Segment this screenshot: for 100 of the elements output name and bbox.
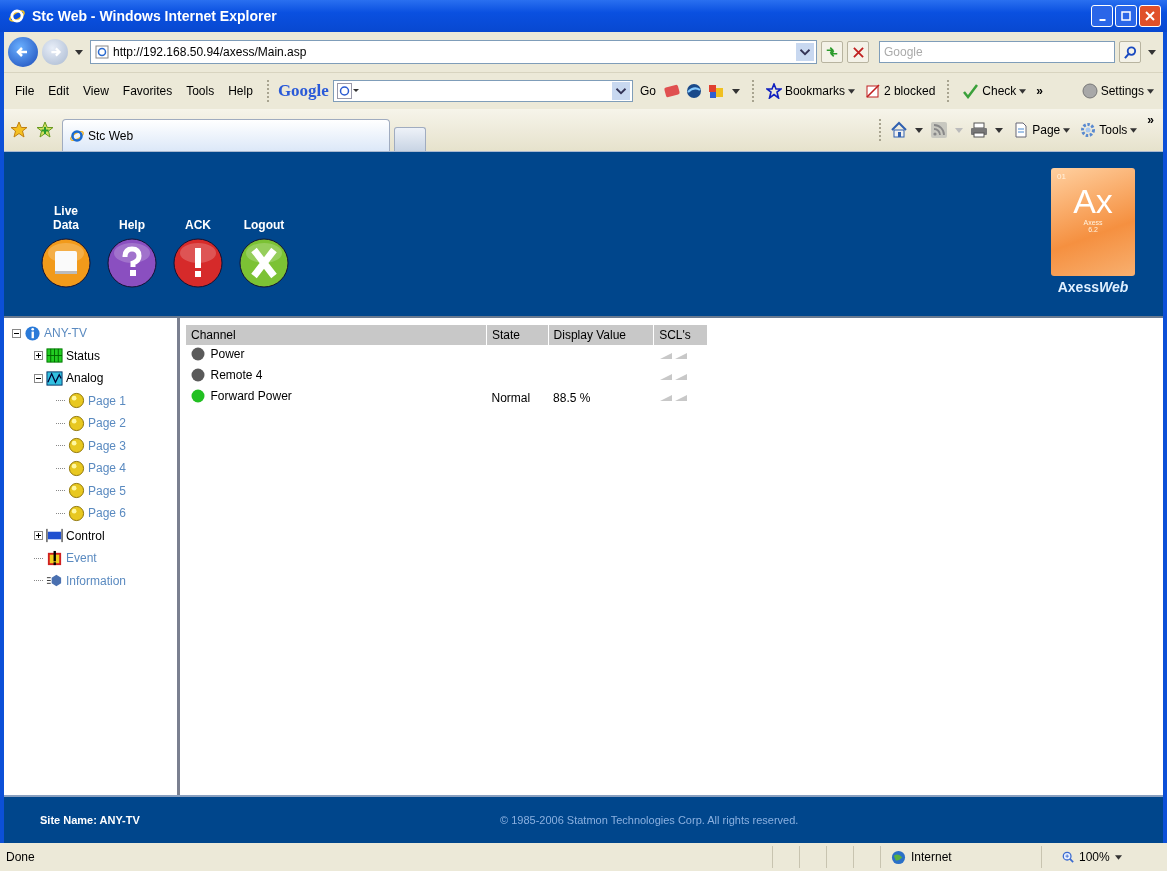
dropdown-icon[interactable] xyxy=(1148,49,1156,55)
ball-icon xyxy=(68,482,85,500)
settings-button[interactable]: Settings xyxy=(1078,83,1157,99)
display-value: 88.5 % xyxy=(553,390,591,405)
tree-item[interactable]: Event xyxy=(66,551,97,566)
ball-icon xyxy=(68,414,85,432)
ball-icon xyxy=(68,392,85,410)
print-icon[interactable] xyxy=(970,121,989,139)
menu-item[interactable]: Help xyxy=(223,84,258,98)
tree-item[interactable]: Page 1 xyxy=(88,393,127,408)
ball-icon xyxy=(68,459,85,477)
collapse-icon[interactable] xyxy=(12,328,21,338)
column-header[interactable]: Display Value xyxy=(548,325,654,345)
dropdown-icon[interactable] xyxy=(611,82,630,100)
tree-item[interactable]: Control xyxy=(66,528,105,543)
warning-icon xyxy=(46,549,63,567)
dropdown-icon[interactable] xyxy=(915,127,924,133)
tree-item[interactable]: Page 6 xyxy=(88,506,127,521)
dropdown-icon[interactable] xyxy=(995,127,1004,133)
tree-item[interactable]: Information xyxy=(66,573,127,588)
collapse-icon[interactable] xyxy=(34,373,43,383)
action-button[interactable]: ACK xyxy=(172,218,224,288)
tree-item[interactable]: Page 4 xyxy=(88,461,127,476)
browser-logo-icon xyxy=(8,7,26,25)
dropdown-icon[interactable] xyxy=(731,88,740,94)
tree-item[interactable]: Page 5 xyxy=(88,483,127,498)
channel-name: Forward Power xyxy=(210,389,292,403)
checkmark-icon xyxy=(961,83,980,99)
page-menu-button[interactable]: Page xyxy=(1010,122,1074,138)
menu-item[interactable]: Tools xyxy=(181,84,220,98)
tree-item[interactable]: Status xyxy=(66,348,101,363)
expand-icon[interactable] xyxy=(34,351,43,361)
security-zone: Internet xyxy=(911,850,952,864)
menu-item[interactable]: View xyxy=(78,84,114,98)
browser-tab[interactable]: Stc Web xyxy=(62,119,390,151)
google-logo: Google xyxy=(277,81,329,101)
action-button[interactable]: Live Data xyxy=(40,204,92,288)
window-title: Stc Web - Windows Internet Explorer xyxy=(32,8,278,24)
ball-icon xyxy=(68,504,85,522)
url-text: http://192.168.50.94/axess/Main.asp xyxy=(113,45,308,59)
more-button[interactable]: » xyxy=(1144,113,1157,127)
close-icon xyxy=(239,238,289,288)
dropdown-icon[interactable] xyxy=(75,49,83,55)
more-button[interactable]: » xyxy=(1033,84,1046,98)
star-icon[interactable] xyxy=(10,121,28,139)
action-button[interactable]: Logout xyxy=(238,218,290,288)
globe-icon[interactable] xyxy=(684,82,703,100)
tree-item[interactable]: ANY-TV xyxy=(44,326,87,341)
popup-blocker-button[interactable]: 2 blocked xyxy=(861,83,939,99)
zoom-button[interactable]: 100% xyxy=(1041,846,1161,868)
caret-icon xyxy=(1114,854,1122,860)
channel-name: Remote 4 xyxy=(210,368,263,382)
stop-icon xyxy=(852,46,864,58)
stop-button[interactable] xyxy=(847,41,869,63)
menu-item[interactable]: Favorites xyxy=(117,84,178,98)
menu-item[interactable]: File xyxy=(10,84,40,98)
add-favorite-icon[interactable] xyxy=(36,121,54,139)
tree-item[interactable]: Page 3 xyxy=(88,438,127,453)
google-search-field[interactable] xyxy=(332,80,633,102)
feed-icon[interactable] xyxy=(930,121,949,139)
status-text: Done xyxy=(6,850,35,864)
waveform-icon xyxy=(46,369,63,387)
maximize-button[interactable] xyxy=(1115,5,1137,27)
round-button-icon xyxy=(1081,83,1098,99)
caret-icon xyxy=(1147,88,1154,94)
tree-item[interactable]: Page 2 xyxy=(88,416,127,431)
star-icon xyxy=(765,83,782,99)
state-text: Normal xyxy=(491,390,531,405)
puzzle-icon[interactable] xyxy=(706,82,725,100)
tools-menu-button[interactable]: Tools xyxy=(1077,122,1141,138)
search-field[interactable]: Google xyxy=(879,41,1115,63)
column-header[interactable]: Channel xyxy=(185,325,487,345)
menu-item[interactable]: Edit xyxy=(43,84,75,98)
search-button[interactable] xyxy=(1119,41,1141,63)
spell-check-button[interactable]: Check xyxy=(958,83,1030,99)
grid-icon xyxy=(46,347,63,365)
help-icon xyxy=(107,238,157,288)
info-globe-icon xyxy=(24,324,41,342)
expand-icon[interactable] xyxy=(34,531,43,541)
maximize-icon xyxy=(1121,11,1131,21)
column-header[interactable]: SCL's xyxy=(653,325,707,345)
caret-icon xyxy=(1019,88,1027,94)
dropdown-icon[interactable] xyxy=(796,43,814,61)
blocked-window-icon xyxy=(864,83,881,99)
close-button[interactable] xyxy=(1139,5,1161,27)
column-header[interactable]: State xyxy=(486,325,549,345)
go-button[interactable]: Go xyxy=(636,84,659,98)
back-button[interactable] xyxy=(8,37,38,67)
g-icon xyxy=(336,83,359,99)
action-button[interactable]: Help xyxy=(106,218,158,288)
refresh-button[interactable] xyxy=(821,41,843,63)
tree-item[interactable]: Analog xyxy=(66,371,104,386)
browser-logo-icon xyxy=(69,127,85,144)
bookmarks-button[interactable]: Bookmarks xyxy=(762,83,858,99)
minimize-button[interactable] xyxy=(1091,5,1113,27)
globe-icon xyxy=(891,849,906,865)
home-icon[interactable] xyxy=(890,121,909,139)
address-field[interactable]: http://192.168.50.94/axess/Main.asp xyxy=(90,40,817,64)
copyright-text: © 1985-2006 Statmon Technologies Corp. All rights reserved. xyxy=(500,814,799,826)
refresh-arrows-icon xyxy=(825,45,839,59)
